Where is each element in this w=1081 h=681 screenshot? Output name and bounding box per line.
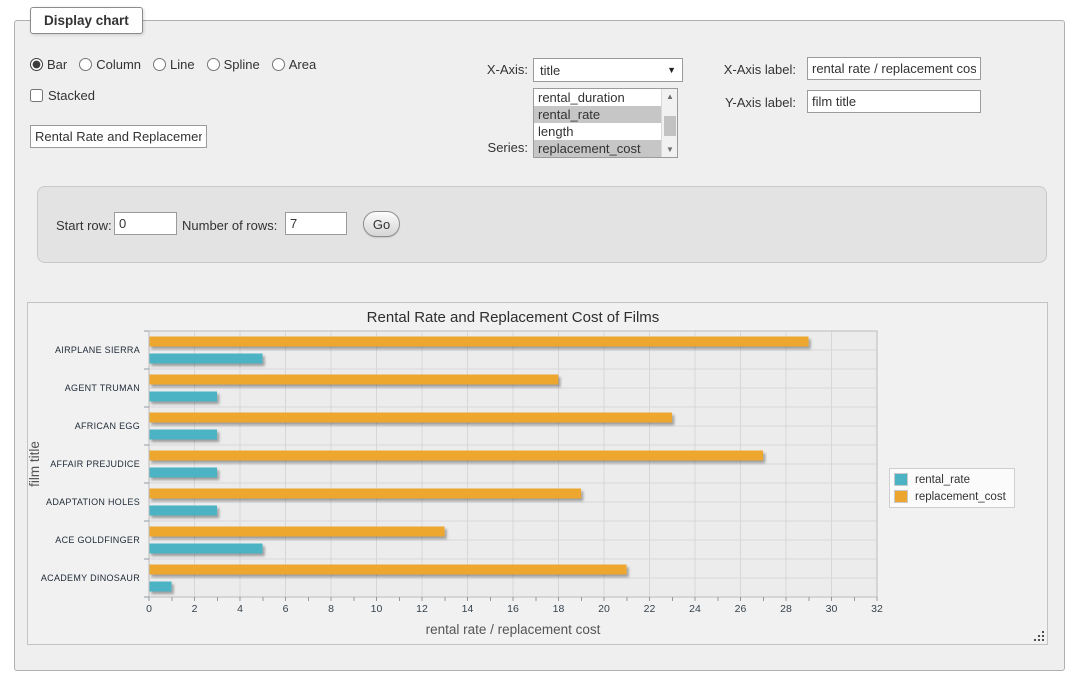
legend-swatch-icon (894, 473, 908, 486)
radio-line-input[interactable] (153, 58, 166, 71)
fieldset-legend: Display chart (30, 7, 143, 34)
category-label: ACADEMY DINOSAUR (41, 573, 140, 583)
x-tick-label: 16 (507, 603, 519, 615)
category-label: AFFAIR PREJUDICE (50, 459, 140, 469)
radio-column[interactable]: Column (79, 57, 141, 72)
series-listbox-label: Series: (430, 140, 528, 155)
y-axis-label-label: Y-Axis label: (698, 95, 796, 110)
radio-spline-input[interactable] (207, 58, 220, 71)
category-label: AIRPLANE SIERRA (55, 345, 140, 355)
radio-spline-label: Spline (224, 57, 260, 72)
bar-segment (149, 489, 581, 499)
x-tick-label: 26 (735, 603, 747, 615)
bar-segment (149, 430, 217, 440)
legend-label: rental_rate (915, 474, 970, 486)
chart-title-input[interactable] (30, 125, 207, 148)
radio-bar[interactable]: Bar (30, 57, 67, 72)
x-axis-title: rental rate / replacement cost (426, 622, 601, 637)
x-axis-select-label: X-Axis: (430, 62, 528, 77)
bar-segment (149, 544, 263, 554)
radio-line[interactable]: Line (153, 57, 195, 72)
y-axis-title: film title (28, 441, 42, 487)
x-tick-label: 2 (192, 603, 198, 615)
scroll-up-icon[interactable]: ▲ (662, 89, 678, 104)
x-tick-label: 32 (871, 603, 883, 615)
series-option-rental-rate[interactable]: rental_rate (534, 106, 661, 123)
radio-area-input[interactable] (272, 58, 285, 71)
series-scrollbar[interactable]: ▲ ▼ (661, 89, 677, 157)
x-axis-label-input[interactable] (807, 57, 981, 80)
category-label: ADAPTATION HOLES (46, 497, 140, 507)
resize-handle-icon[interactable] (1033, 630, 1045, 642)
bar-segment (149, 506, 217, 516)
series-option-rental-duration[interactable]: rental_duration (534, 89, 661, 106)
x-axis-select-value: title (540, 63, 667, 78)
y-axis-label-input[interactable] (807, 90, 981, 113)
dropdown-arrow-icon: ▼ (667, 65, 676, 75)
legend-item[interactable]: rental_rate (894, 471, 1006, 488)
series-option-length[interactable]: length (534, 123, 661, 140)
x-tick-label: 18 (553, 603, 565, 615)
x-tick-label: 14 (462, 603, 474, 615)
chart-legend: rental_rate replacement_cost (889, 468, 1015, 508)
radio-column-label: Column (96, 57, 141, 72)
bar-segment (149, 468, 217, 478)
scroll-down-icon[interactable]: ▼ (662, 142, 678, 157)
bar-segment (149, 582, 172, 592)
x-tick-label: 28 (780, 603, 792, 615)
x-axis-select[interactable]: title ▼ (533, 58, 683, 82)
number-of-rows-input[interactable] (285, 212, 347, 235)
radio-spline[interactable]: Spline (207, 57, 260, 72)
legend-swatch-icon (894, 490, 908, 503)
radio-line-label: Line (170, 57, 195, 72)
bar-segment (149, 392, 217, 402)
x-axis-label-label: X-Axis label: (698, 62, 796, 77)
scrollbar-thumb[interactable] (664, 116, 676, 136)
bar-segment (149, 565, 627, 575)
series-option-replacement-cost[interactable]: replacement_cost (534, 140, 661, 157)
radio-column-input[interactable] (79, 58, 92, 71)
radio-area[interactable]: Area (272, 57, 316, 72)
category-label: AFRICAN EGG (75, 421, 140, 431)
chart-type-radio-group: Bar Column Line Spline Area (30, 55, 316, 73)
x-tick-label: 4 (237, 603, 243, 615)
go-button[interactable]: Go (363, 211, 400, 237)
start-row-label: Start row: (56, 218, 112, 233)
bar-segment (149, 354, 263, 364)
stacked-label: Stacked (48, 88, 95, 103)
series-listbox[interactable]: rental_duration rental_rate length repla… (533, 88, 678, 158)
x-tick-label: 8 (328, 603, 334, 615)
bar-segment (149, 337, 809, 347)
radio-bar-input[interactable] (30, 58, 43, 71)
bar-segment (149, 451, 763, 461)
x-tick-label: 10 (371, 603, 383, 615)
x-tick-label: 20 (598, 603, 610, 615)
stacked-checkbox[interactable] (30, 89, 43, 102)
start-row-input[interactable] (114, 212, 177, 235)
series-options: rental_duration rental_rate length repla… (534, 89, 661, 157)
x-tick-label: 12 (416, 603, 428, 615)
x-tick-label: 6 (283, 603, 289, 615)
bar-segment (149, 527, 445, 537)
x-tick-label: 30 (826, 603, 838, 615)
bar-segment (149, 413, 672, 423)
number-of-rows-label: Number of rows: (182, 218, 277, 233)
radio-bar-label: Bar (47, 57, 67, 72)
stacked-checkbox-row[interactable]: Stacked (30, 88, 95, 103)
legend-label: replacement_cost (915, 491, 1006, 503)
category-label: AGENT TRUMAN (65, 383, 140, 393)
legend-item[interactable]: replacement_cost (894, 488, 1006, 505)
category-label: ACE GOLDFINGER (55, 535, 140, 545)
chart-title: Rental Rate and Replacement Cost of Film… (367, 309, 660, 326)
x-tick-label: 0 (146, 603, 152, 615)
x-tick-label: 22 (644, 603, 656, 615)
bar-segment (149, 375, 558, 385)
radio-area-label: Area (289, 57, 316, 72)
x-tick-label: 24 (689, 603, 701, 615)
chart-container: Rental Rate and Replacement Cost of Film… (27, 302, 1048, 645)
